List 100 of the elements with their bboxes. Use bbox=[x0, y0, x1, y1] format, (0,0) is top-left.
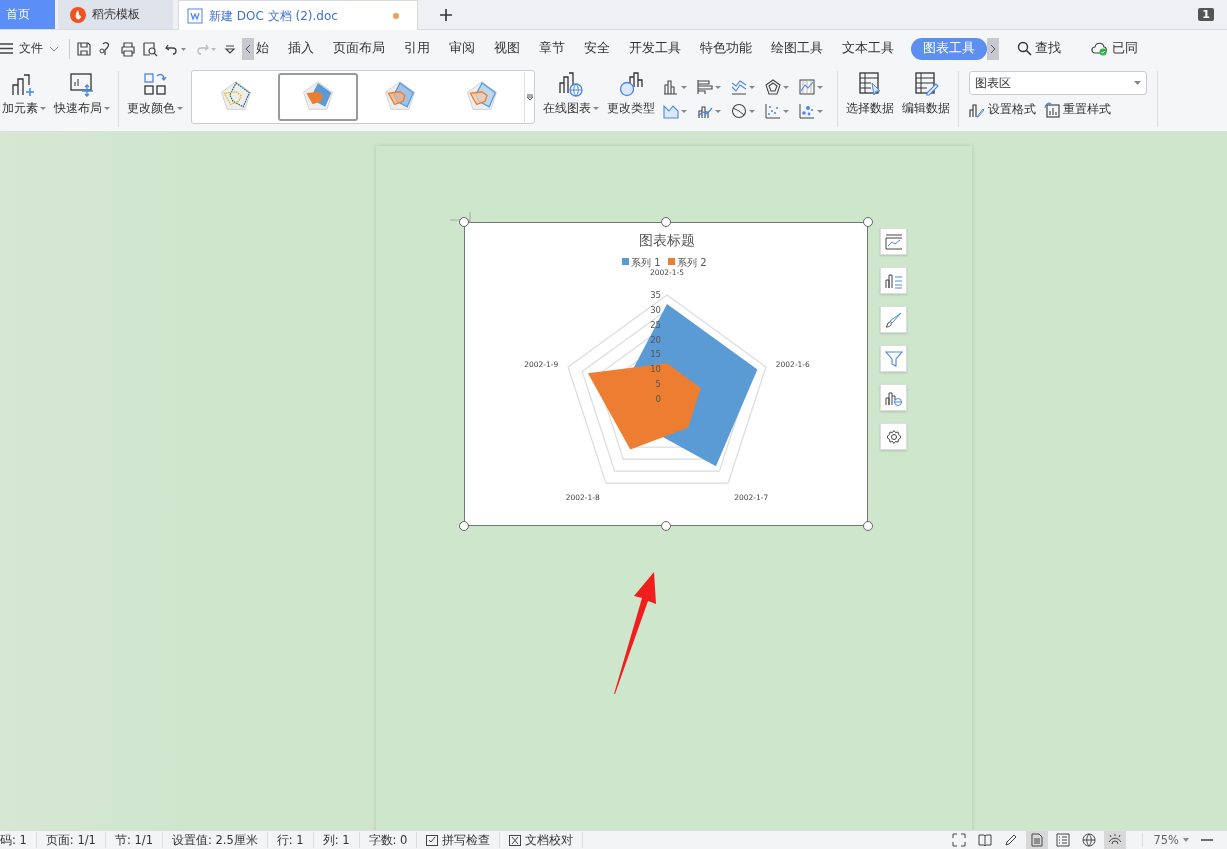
ribbon-tab[interactable]: 章节 bbox=[533, 37, 576, 60]
resize-handle[interactable] bbox=[661, 521, 671, 531]
menu-icon bbox=[0, 43, 13, 54]
eye-view-button[interactable] bbox=[1104, 831, 1127, 849]
area-chart-icon bbox=[663, 103, 679, 119]
axis-tick-label: 15 bbox=[650, 349, 661, 360]
page-icon bbox=[1030, 833, 1045, 847]
document-w-icon bbox=[187, 8, 203, 24]
framed-chart-icon bbox=[799, 79, 815, 95]
status-text: 设置值: 2.5厘米 bbox=[162, 832, 268, 848]
change-type-button[interactable]: 更改类型 bbox=[603, 67, 659, 131]
checkbox-cross-icon bbox=[509, 834, 522, 846]
status-text: 节: 1/1 bbox=[105, 832, 163, 848]
checkbox-tick-icon bbox=[426, 834, 439, 846]
select-data-button[interactable]: 选择数据 bbox=[842, 67, 898, 131]
ribbon-tab[interactable]: 文本工具 bbox=[836, 37, 905, 60]
brush-button[interactable] bbox=[880, 306, 907, 333]
chart-plus-icon bbox=[11, 71, 37, 97]
filter-icon bbox=[884, 350, 903, 367]
resize-handle[interactable] bbox=[459, 217, 469, 227]
pie-chart-icon bbox=[731, 103, 747, 119]
ribbon-tab[interactable]: 视图 bbox=[488, 37, 531, 60]
set-format-button[interactable]: 设置格式 bbox=[969, 101, 1036, 118]
resize-handle[interactable] bbox=[863, 217, 873, 227]
chevron-right-icon bbox=[990, 44, 996, 53]
magnifier-page-icon bbox=[142, 40, 158, 57]
chart-globe-icon bbox=[884, 389, 903, 406]
reset-style-button[interactable]: 重置样式 bbox=[1044, 101, 1111, 118]
window-count-badge[interactable]: 1 bbox=[1198, 8, 1214, 21]
search-icon bbox=[1017, 41, 1032, 56]
axis-tick-label: 10 bbox=[650, 364, 661, 375]
save-icon bbox=[76, 40, 92, 57]
ribbon-tab[interactable]: 安全 bbox=[578, 37, 621, 60]
scroll-right-button[interactable] bbox=[987, 37, 999, 60]
find-button[interactable]: 查找 bbox=[1017, 40, 1061, 57]
bar-chart-icon bbox=[697, 79, 713, 95]
ribbon-tab[interactable]: 审阅 bbox=[443, 37, 486, 60]
scroll-left-button[interactable] bbox=[242, 37, 254, 60]
online-chart-button[interactable]: 在线图表 bbox=[539, 67, 603, 131]
ribbon-tab[interactable]: 开发工具 bbox=[623, 37, 692, 60]
sync-status-button[interactable]: 已同 bbox=[1091, 40, 1138, 57]
status-text: 码: 1 bbox=[0, 832, 37, 848]
status-text: 字数: 0 bbox=[359, 832, 418, 848]
cloud-check-icon bbox=[1091, 41, 1109, 56]
chart-globe-icon bbox=[558, 71, 584, 97]
axis-tick-label: 30 bbox=[650, 304, 661, 315]
resize-handle[interactable] bbox=[459, 521, 469, 531]
quick-layout-button[interactable]: 快速布局 bbox=[50, 67, 114, 131]
web-icon bbox=[1082, 833, 1097, 847]
combo-chart-icon bbox=[697, 103, 713, 119]
chart-pencil-icon bbox=[969, 101, 985, 118]
chart-list-icon bbox=[884, 272, 903, 289]
chart-style-button[interactable] bbox=[880, 267, 907, 294]
chart-title: 图表标题 bbox=[639, 232, 695, 248]
legend-label: 系列 2 bbox=[677, 257, 707, 268]
read-icon bbox=[978, 833, 993, 847]
fullscreen-icon bbox=[952, 833, 967, 847]
document-tab[interactable]: 新建 DOC 文档 (2).doc bbox=[178, 0, 418, 31]
printer-icon bbox=[120, 40, 136, 57]
chart-elements-button[interactable] bbox=[880, 228, 907, 255]
proofread-button[interactable]: 文档校对 bbox=[500, 832, 584, 848]
bubble-chart-icon bbox=[799, 103, 815, 119]
online-chart-button[interactable] bbox=[880, 384, 907, 411]
table-pencil-icon bbox=[913, 71, 939, 97]
chart-style-thumbnail[interactable] bbox=[278, 73, 358, 121]
zoom-level-dropdown[interactable]: 75% bbox=[1142, 833, 1189, 847]
chart-element-dropdown[interactable]: 图表区 bbox=[969, 71, 1147, 95]
outline-icon bbox=[1056, 833, 1071, 847]
ribbon-tab[interactable]: 始 bbox=[254, 37, 280, 60]
axis-tick-label: 0 bbox=[655, 394, 661, 404]
color-swap-icon bbox=[142, 71, 168, 97]
status-text: 行: 1 bbox=[267, 832, 314, 848]
chevron-left-icon bbox=[245, 44, 251, 53]
edit-data-button[interactable]: 编辑数据 bbox=[898, 67, 954, 131]
dropdown-arrow-icon bbox=[1134, 81, 1141, 85]
tab-label: 新建 DOC 文档 (2).doc bbox=[209, 7, 339, 25]
change-color-button[interactable]: 更改颜色 bbox=[123, 67, 187, 131]
file-menu[interactable]: 文件 bbox=[0, 40, 67, 57]
tab-label: 稻壳模板 bbox=[92, 6, 140, 23]
ribbon-tab[interactable]: 绘图工具 bbox=[765, 37, 834, 60]
axis-tick-label: 5 bbox=[655, 379, 661, 390]
edit-icon bbox=[1004, 833, 1019, 847]
flame-logo-icon bbox=[70, 6, 86, 23]
ribbon-tab[interactable]: 特色功能 bbox=[694, 37, 763, 60]
dropdown-icon bbox=[525, 93, 534, 101]
filter-button[interactable] bbox=[880, 345, 907, 372]
template-tab[interactable]: 稻壳模板 bbox=[58, 0, 173, 29]
ribbon-tab[interactable]: 插入 bbox=[282, 37, 325, 60]
eye-icon bbox=[1108, 833, 1123, 847]
add-element-button[interactable]: 加元素 bbox=[0, 67, 50, 131]
resize-handle[interactable] bbox=[661, 217, 671, 227]
spell-check-button[interactable]: 拼写检查 bbox=[417, 832, 501, 848]
chevron-down-icon bbox=[49, 45, 59, 52]
chart-lines-icon bbox=[884, 233, 903, 250]
settings-button[interactable] bbox=[880, 423, 907, 450]
ribbon-tab[interactable]: 引用 bbox=[398, 37, 441, 60]
resize-handle[interactable] bbox=[863, 521, 873, 531]
brush-icon bbox=[884, 311, 903, 328]
dropdown-icon bbox=[224, 42, 236, 55]
ribbon-tab[interactable]: 页面布局 bbox=[327, 37, 396, 60]
